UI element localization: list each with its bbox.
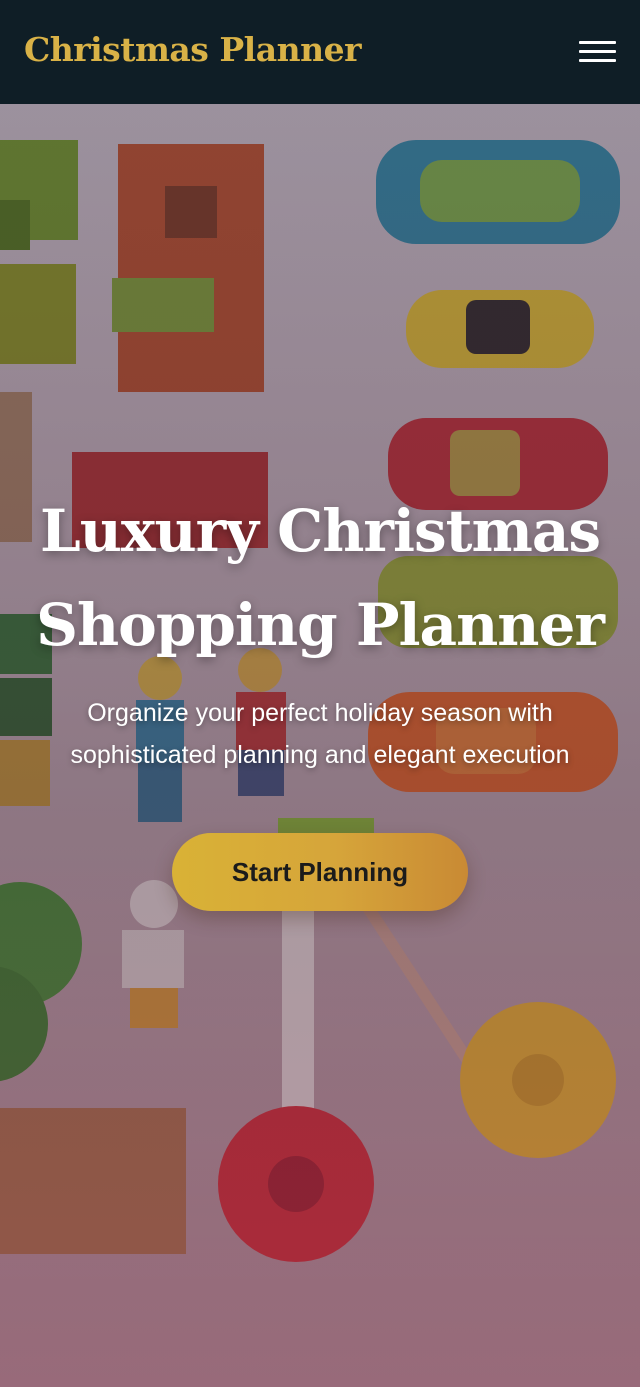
menu-line	[579, 50, 616, 53]
hero-title: Luxury Christmas Shopping Planner	[36, 497, 605, 659]
start-planning-button[interactable]: Start Planning	[172, 833, 468, 911]
hamburger-menu-icon[interactable]	[572, 34, 622, 72]
brand-logo[interactable]: Christmas Planner	[24, 30, 361, 69]
hero-subtitle: Organize your perfect holiday season wit…	[70, 699, 570, 769]
menu-line	[579, 59, 616, 62]
menu-line	[579, 41, 616, 44]
top-navbar: Christmas Planner	[0, 0, 640, 104]
hero-section: Luxury Christmas Shopping Planner Organi…	[0, 104, 640, 1387]
